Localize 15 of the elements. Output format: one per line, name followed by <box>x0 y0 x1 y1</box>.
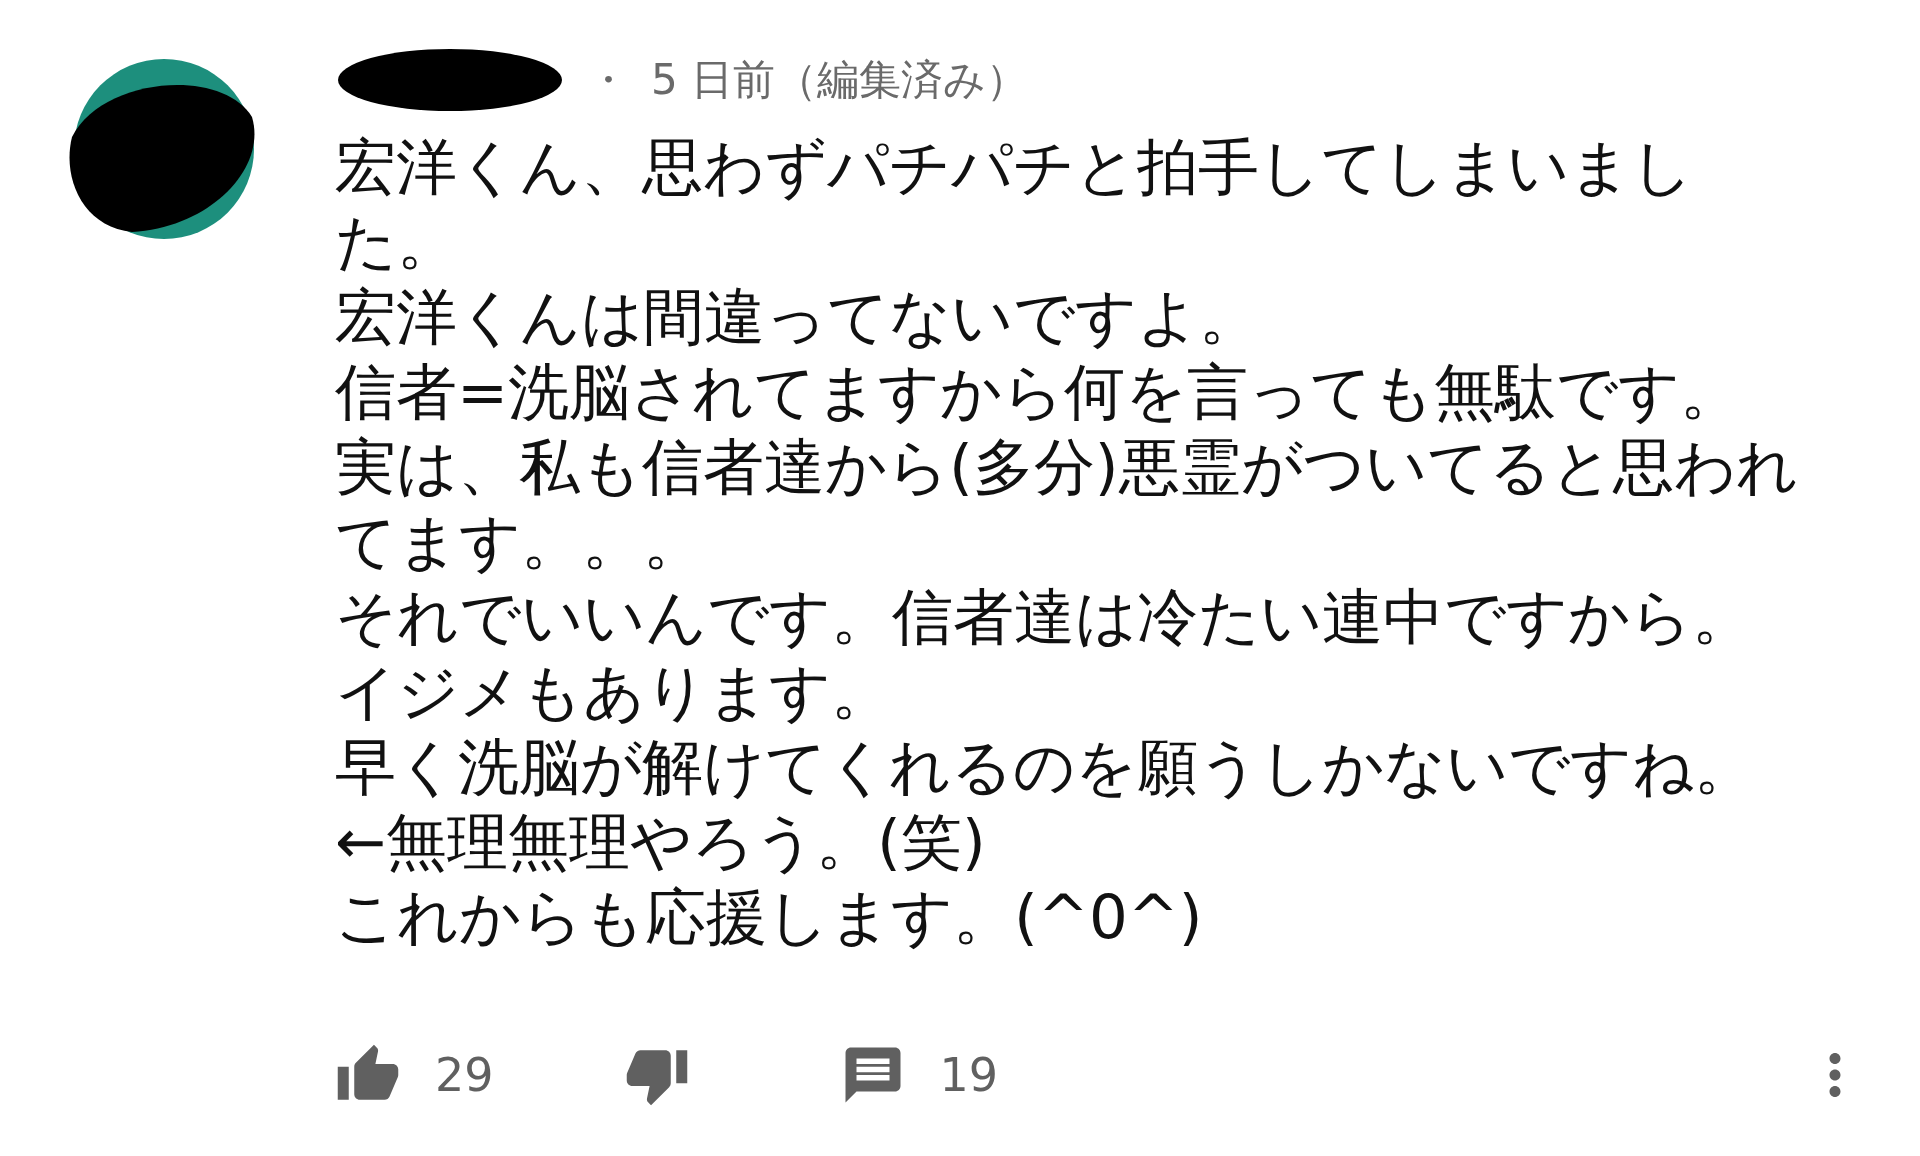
comment-text-line: 宏洋くん、思わずパチパチと拍手してしまいまし <box>335 130 1694 204</box>
like-count: 29 <box>435 1048 494 1102</box>
comment-text-line: 宏洋くんは間違ってないですよ。 <box>335 280 1261 354</box>
comment-text-line: た。 <box>335 205 459 279</box>
comment-text-line: イジメもあります。 <box>335 655 893 729</box>
comment-text-line: てます。。。 <box>335 505 705 579</box>
comment-text-line: 信者=洗脳されてますから何を言っても無駄です。 <box>335 355 1743 429</box>
separator: ・ <box>587 54 629 106</box>
comment-text-line: これからも応援します。(^0^) <box>335 880 1204 954</box>
comment-text-line: それでいいんです。信者達は冷たい連中ですから。 <box>335 580 1754 654</box>
comment-text-line: 早く洗脳が解けてくれるのを願うしかないですね。 <box>335 730 1756 804</box>
reply-count: 19 <box>939 1048 999 1102</box>
comment-text-line: ←無理無理やろう。(笑) <box>335 805 987 879</box>
comment-time: 5 日前（編集済み） <box>651 54 1029 106</box>
comment-text-line: 実は、私も信者達から(多分)悪霊がついてると思われ <box>335 430 1799 504</box>
